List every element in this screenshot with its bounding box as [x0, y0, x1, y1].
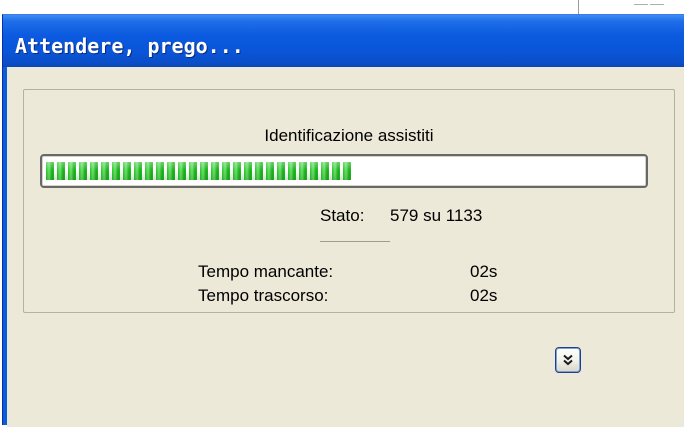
status-value: 579 su 1133: [390, 206, 483, 225]
status-row: Stato: 579 su 1133: [24, 206, 674, 228]
time-remaining-row: Tempo mancante: 02s: [24, 262, 674, 284]
time-elapsed-value: 02s: [470, 286, 498, 305]
status-label: Stato:: [320, 206, 365, 225]
progress-bar: [40, 154, 648, 188]
time-elapsed-row: Tempo trascorso: 02s: [24, 286, 674, 308]
time-remaining-label: Tempo mancante:: [198, 262, 334, 281]
background-divider: [578, 0, 579, 14]
chevron-double-down-icon: [562, 354, 574, 366]
expand-details-button[interactable]: [555, 347, 581, 373]
background-tick: [634, 4, 648, 5]
dialog-body: Identificazione assistiti Stato: 579 su …: [7, 67, 684, 427]
progress-group: Identificazione assistiti Stato: 579 su …: [23, 89, 675, 313]
time-elapsed-label: Tempo trascorso:: [198, 286, 329, 305]
title-bar[interactable]: Attendere, prego...: [3, 15, 684, 67]
progress-fill-shading: [46, 162, 351, 180]
operation-heading: Identificazione assistiti: [264, 126, 434, 145]
background-tick: [650, 4, 664, 5]
time-remaining-value: 02s: [470, 262, 498, 281]
background-window-strip: [0, 0, 684, 14]
progress-bar-fill: [46, 162, 351, 180]
progress-dialog: Attendere, prego... Identificazione assi…: [2, 14, 684, 427]
separator: [320, 241, 390, 242]
dialog-title: Attendere, prego...: [15, 34, 244, 58]
